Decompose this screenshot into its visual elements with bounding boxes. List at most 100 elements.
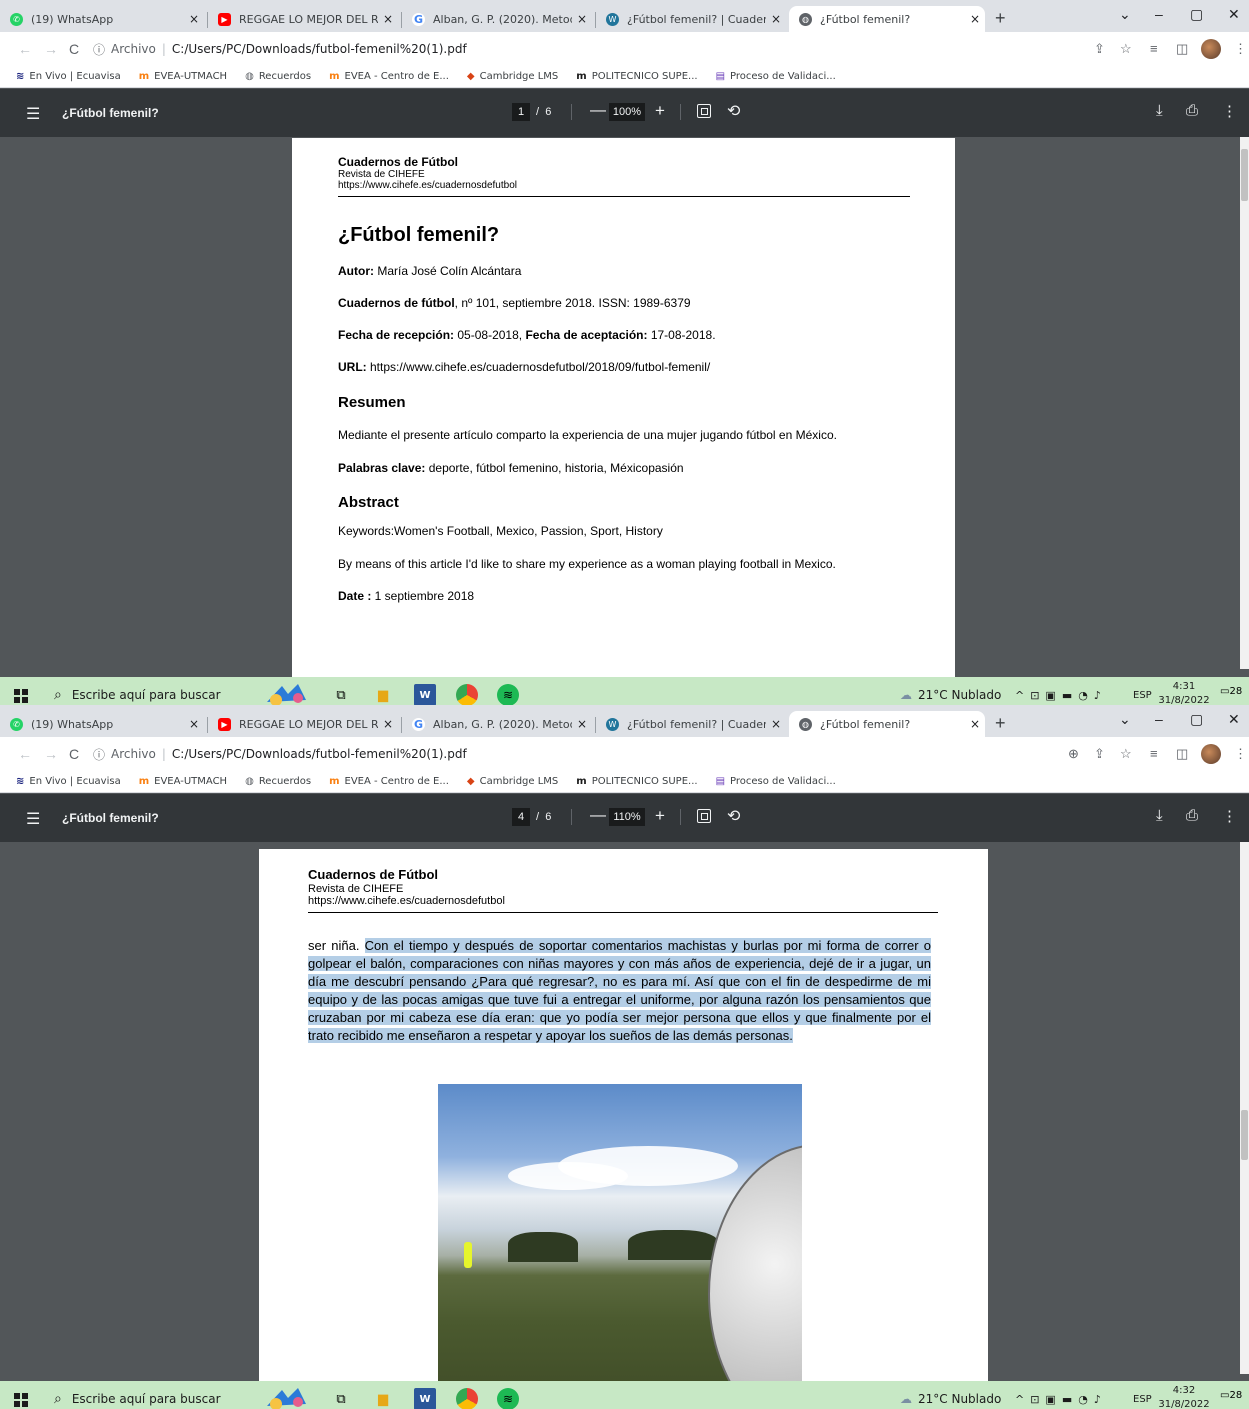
- bookmark-recuerdos[interactable]: ◍ Recuerdos: [245, 71, 311, 82]
- bookmark-evea-centro[interactable]: m EVEA - Centro de E...: [329, 776, 449, 787]
- back-icon[interactable]: ←: [18, 41, 32, 57]
- system-tray-icons[interactable]: ^⊡▣▬◔♪: [1015, 677, 1107, 705]
- close-icon[interactable]: ×: [572, 12, 592, 26]
- menu-icon[interactable]: ⋮: [1234, 41, 1247, 57]
- bookmark-politecnico[interactable]: m POLITECNICO SUPE...: [576, 71, 697, 82]
- tab-youtube[interactable]: ▶ REGGAE LO MEJOR DEL REGGAE ×: [208, 6, 398, 32]
- task-view-icon[interactable]: ⧉: [330, 1388, 352, 1409]
- tab-cuadernos[interactable]: W ¿Fútbol femenil? | Cuadernos de ×: [596, 6, 786, 32]
- download-icon[interactable]: ⤓: [1156, 102, 1163, 119]
- tab-search-icon[interactable]: ⌄: [1119, 711, 1131, 728]
- reload-icon[interactable]: C: [69, 746, 79, 762]
- word-icon[interactable]: W: [414, 1388, 436, 1409]
- tab-whatsapp[interactable]: ✆ (19) WhatsApp ×: [0, 6, 204, 32]
- bookmark-cambridge[interactable]: ◆ Cambridge LMS: [467, 71, 558, 82]
- close-icon[interactable]: ×: [572, 717, 592, 731]
- close-window-button[interactable]: ✕: [1228, 6, 1240, 23]
- omnibox[interactable]: ⓘ Archivo | C:/Users/PC/Downloads/futbol…: [93, 36, 1053, 62]
- side-panel-icon[interactable]: ◫: [1176, 746, 1188, 762]
- maximize-button[interactable]: ▢: [1190, 6, 1203, 23]
- tab-search-icon[interactable]: ⌄: [1119, 6, 1131, 23]
- rotate-icon[interactable]: ⟲: [727, 806, 740, 826]
- bookmark-cambridge[interactable]: ◆ Cambridge LMS: [467, 776, 558, 787]
- tab-whatsapp[interactable]: ✆ (19) WhatsApp ×: [0, 711, 204, 737]
- rotate-icon[interactable]: ⟲: [727, 101, 740, 121]
- bookmark-evea-utmach[interactable]: m EVEA-UTMACH: [139, 71, 227, 82]
- avatar[interactable]: [1201, 39, 1221, 59]
- close-window-button[interactable]: ✕: [1228, 711, 1240, 728]
- forward-icon[interactable]: →: [44, 746, 58, 762]
- minimize-button[interactable]: –: [1155, 6, 1163, 22]
- file-explorer-icon[interactable]: ▆: [372, 684, 394, 705]
- reading-list-icon[interactable]: ≡: [1150, 746, 1158, 761]
- reload-icon[interactable]: C: [69, 41, 79, 57]
- tab-google[interactable]: G Alban, G. P. (2020). Metodologías ×: [402, 711, 592, 737]
- new-tab-button[interactable]: +: [995, 8, 1006, 29]
- close-icon[interactable]: ×: [378, 717, 398, 731]
- pdf-viewer[interactable]: Cuadernos de Fútbol Revista de CIHEFE ht…: [0, 842, 1240, 1381]
- chrome-icon[interactable]: [456, 684, 478, 705]
- bookmark-proceso[interactable]: ▤ Proceso de Validaci...: [716, 776, 836, 787]
- tab-youtube[interactable]: ▶ REGGAE LO MEJOR DEL REGGAE ×: [208, 711, 398, 737]
- close-icon[interactable]: ×: [965, 12, 985, 26]
- more-options-icon[interactable]: ⋮: [1222, 807, 1237, 825]
- clock[interactable]: 4:31 31/8/2022: [1157, 680, 1211, 705]
- bookmark-ecuavisa[interactable]: ≋ En Vivo | Ecuavisa: [16, 71, 121, 82]
- menu-hamburger-icon[interactable]: ☰: [26, 809, 40, 829]
- close-icon[interactable]: ×: [184, 12, 204, 26]
- taskbar-search[interactable]: ⌕ Escribe aquí para buscar: [44, 677, 244, 705]
- vertical-scrollbar[interactable]: [1240, 137, 1249, 669]
- page-number-input[interactable]: 1: [512, 103, 530, 121]
- language-indicator[interactable]: ESP: [1133, 677, 1152, 705]
- language-indicator[interactable]: ESP: [1133, 1381, 1152, 1409]
- bookmark-politecnico[interactable]: m POLITECNICO SUPE...: [576, 776, 697, 787]
- weather-widget[interactable]: ☁ 21°C Nublado: [900, 677, 1001, 705]
- reading-list-icon[interactable]: ≡: [1150, 41, 1158, 56]
- forward-icon[interactable]: →: [44, 41, 58, 57]
- bookmark-ecuavisa[interactable]: ≋ En Vivo | Ecuavisa: [16, 776, 121, 787]
- back-icon[interactable]: ←: [18, 746, 32, 762]
- bookmark-proceso[interactable]: ▤ Proceso de Validaci...: [716, 71, 836, 82]
- bookmark-star-icon[interactable]: ☆: [1120, 746, 1132, 762]
- close-icon[interactable]: ×: [184, 717, 204, 731]
- taskbar-search[interactable]: ⌕ Escribe aquí para buscar: [44, 1381, 244, 1409]
- bookmark-recuerdos[interactable]: ◍ Recuerdos: [245, 776, 311, 787]
- menu-hamburger-icon[interactable]: ☰: [26, 104, 40, 124]
- fit-page-icon[interactable]: [697, 104, 711, 118]
- windows-start-icon[interactable]: [14, 689, 28, 703]
- tab-cuadernos[interactable]: W ¿Fútbol femenil? | Cuadernos de ×: [596, 711, 786, 737]
- zoom-in-button[interactable]: +: [655, 806, 665, 826]
- search-highlight-icon[interactable]: [262, 680, 312, 705]
- zoom-icon[interactable]: ⊕: [1068, 746, 1079, 762]
- bookmark-star-icon[interactable]: ☆: [1120, 41, 1132, 57]
- body-paragraph[interactable]: ser niña. Con el tiempo y después de sop…: [308, 937, 931, 1045]
- text-selection[interactable]: Con el tiempo y después de soportar come…: [308, 938, 931, 1043]
- page-number-input[interactable]: 4: [512, 808, 530, 826]
- print-icon[interactable]: ⎙: [1186, 807, 1198, 824]
- task-view-icon[interactable]: ⧉: [330, 684, 352, 705]
- info-icon[interactable]: ⓘ: [93, 746, 105, 763]
- zoom-in-button[interactable]: +: [655, 101, 665, 121]
- system-tray-icons[interactable]: ^⊡▣▬◔♪: [1015, 1381, 1107, 1409]
- bookmark-evea-utmach[interactable]: m EVEA-UTMACH: [139, 776, 227, 787]
- tab-pdf-active[interactable]: ◍ ¿Fútbol femenil? ×: [789, 711, 985, 737]
- windows-start-icon[interactable]: [14, 1393, 28, 1407]
- bookmark-evea-centro[interactable]: m EVEA - Centro de E...: [329, 71, 449, 82]
- word-icon[interactable]: W: [414, 684, 436, 705]
- notification-icon[interactable]: ▭28: [1220, 1390, 1242, 1408]
- close-icon[interactable]: ×: [378, 12, 398, 26]
- tab-google[interactable]: G Alban, G. P. (2020). Metodologías ×: [402, 6, 592, 32]
- chrome-icon[interactable]: [456, 1388, 478, 1409]
- share-icon[interactable]: ⇪: [1094, 41, 1105, 57]
- new-tab-button[interactable]: +: [995, 713, 1006, 734]
- file-explorer-icon[interactable]: ▆: [372, 1388, 394, 1409]
- spotify-icon[interactable]: ≋: [497, 1388, 519, 1409]
- spotify-icon[interactable]: ≋: [497, 684, 519, 705]
- maximize-button[interactable]: ▢: [1190, 711, 1203, 728]
- side-panel-icon[interactable]: ◫: [1176, 41, 1188, 57]
- close-icon[interactable]: ×: [766, 717, 786, 731]
- search-highlight-icon[interactable]: [262, 1384, 312, 1409]
- zoom-out-button[interactable]: —: [590, 102, 606, 120]
- print-icon[interactable]: ⎙: [1186, 102, 1198, 119]
- zoom-input[interactable]: 100%: [609, 103, 645, 121]
